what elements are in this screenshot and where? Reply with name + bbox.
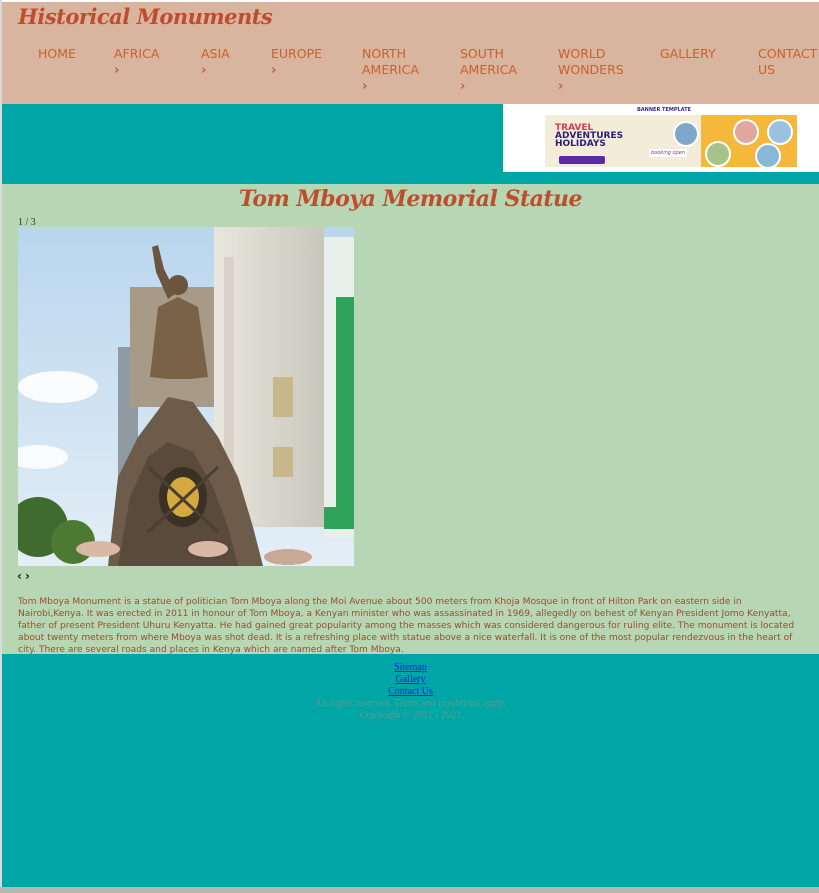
nav-label: EUROPE [271,46,323,61]
site-footer: Sitemap Gallery Contact Us All rights re… [2,662,819,722]
nav-item-contact-us[interactable]: CONTACT US [758,46,818,78]
chevron-right-icon: › [558,79,564,94]
nav-item-home[interactable]: HOME [38,46,76,62]
chevron-right-icon: › [460,79,466,94]
nav-label: HOME [38,46,76,61]
main-content: Tom Mboya Memorial Statue 1 / 3 ‹ › Tom … [2,184,819,655]
slideshow-image [18,227,354,566]
footer-link-gallery[interactable]: Gallery [2,674,819,686]
statue-photo [18,227,354,566]
bottom-strip [0,887,819,893]
nav-item-north-america[interactable]: NORTH AMERICA › [362,46,432,94]
banner-ad[interactable]: BANNER TEMPLATE TRAVEL ADVENTURES HOLIDA… [503,104,819,172]
footer-link-contact-us[interactable]: Contact Us [2,686,819,698]
chevron-right-icon: › [271,63,277,78]
nav-label: CONTACT US [758,46,818,77]
page: Historical Monuments HOME AFRICA › ASIA … [2,2,819,887]
banner-ad-tag: booking open [649,149,687,157]
banner-ad-headline: TRAVEL ADVENTURES HOLIDAYS [555,124,623,149]
nav-label: AFRICA [114,46,160,61]
nav-item-asia[interactable]: ASIA › [201,46,230,78]
banner-ad-photo [733,119,759,145]
banner-ad-graphic: TRAVEL ADVENTURES HOLIDAYS booking open [545,115,797,169]
nav-label: WORLD WONDERS [558,46,624,77]
banner-ad-header: BANNER TEMPLATE [637,107,692,113]
slideshow-controls: ‹ › [17,569,33,583]
banner-ad-line3: HOLIDAYS [555,139,606,149]
banner-ad-photo [755,143,781,169]
chevron-right-icon[interactable]: › [25,569,33,583]
chevron-right-icon: › [114,63,120,78]
chevron-right-icon: › [362,79,368,94]
nav-label: SOUTH AMERICA [460,46,517,77]
page-title: Tom Mboya Memorial Statue [238,186,583,212]
nav-label: NORTH AMERICA [362,46,419,77]
footer-rights: All rights reserved. Terms and condition… [314,698,507,709]
footer-copyright: Copyright © 2021 - 2021 [359,710,462,721]
site-header: Historical Monuments HOME AFRICA › ASIA … [2,2,819,104]
chevron-left-icon[interactable]: ‹ [17,569,25,583]
banner-ad-photo [767,119,793,145]
chevron-right-icon: › [201,63,207,78]
nav-item-gallery[interactable]: GALLERY [660,46,716,62]
banner-band: BANNER TEMPLATE TRAVEL ADVENTURES HOLIDA… [2,104,819,184]
footer-link-sitemap[interactable]: Sitemap [2,662,819,674]
nav-label: ASIA [201,46,230,61]
monument-description: Tom Mboya Monument is a statue of politi… [18,597,795,655]
banner-ad-photo [673,121,699,147]
nav-item-world-wonders[interactable]: WORLD WONDERS › [558,46,630,94]
banner-ad-button [559,156,605,164]
nav-item-africa[interactable]: AFRICA › [114,46,159,78]
nav-item-south-america[interactable]: SOUTH AMERICA › [460,46,532,94]
nav-item-europe[interactable]: EUROPE › [271,46,322,78]
banner-ad-photo [705,141,731,167]
site-title[interactable]: Historical Monuments [18,4,273,29]
nav-label: GALLERY [660,46,716,61]
